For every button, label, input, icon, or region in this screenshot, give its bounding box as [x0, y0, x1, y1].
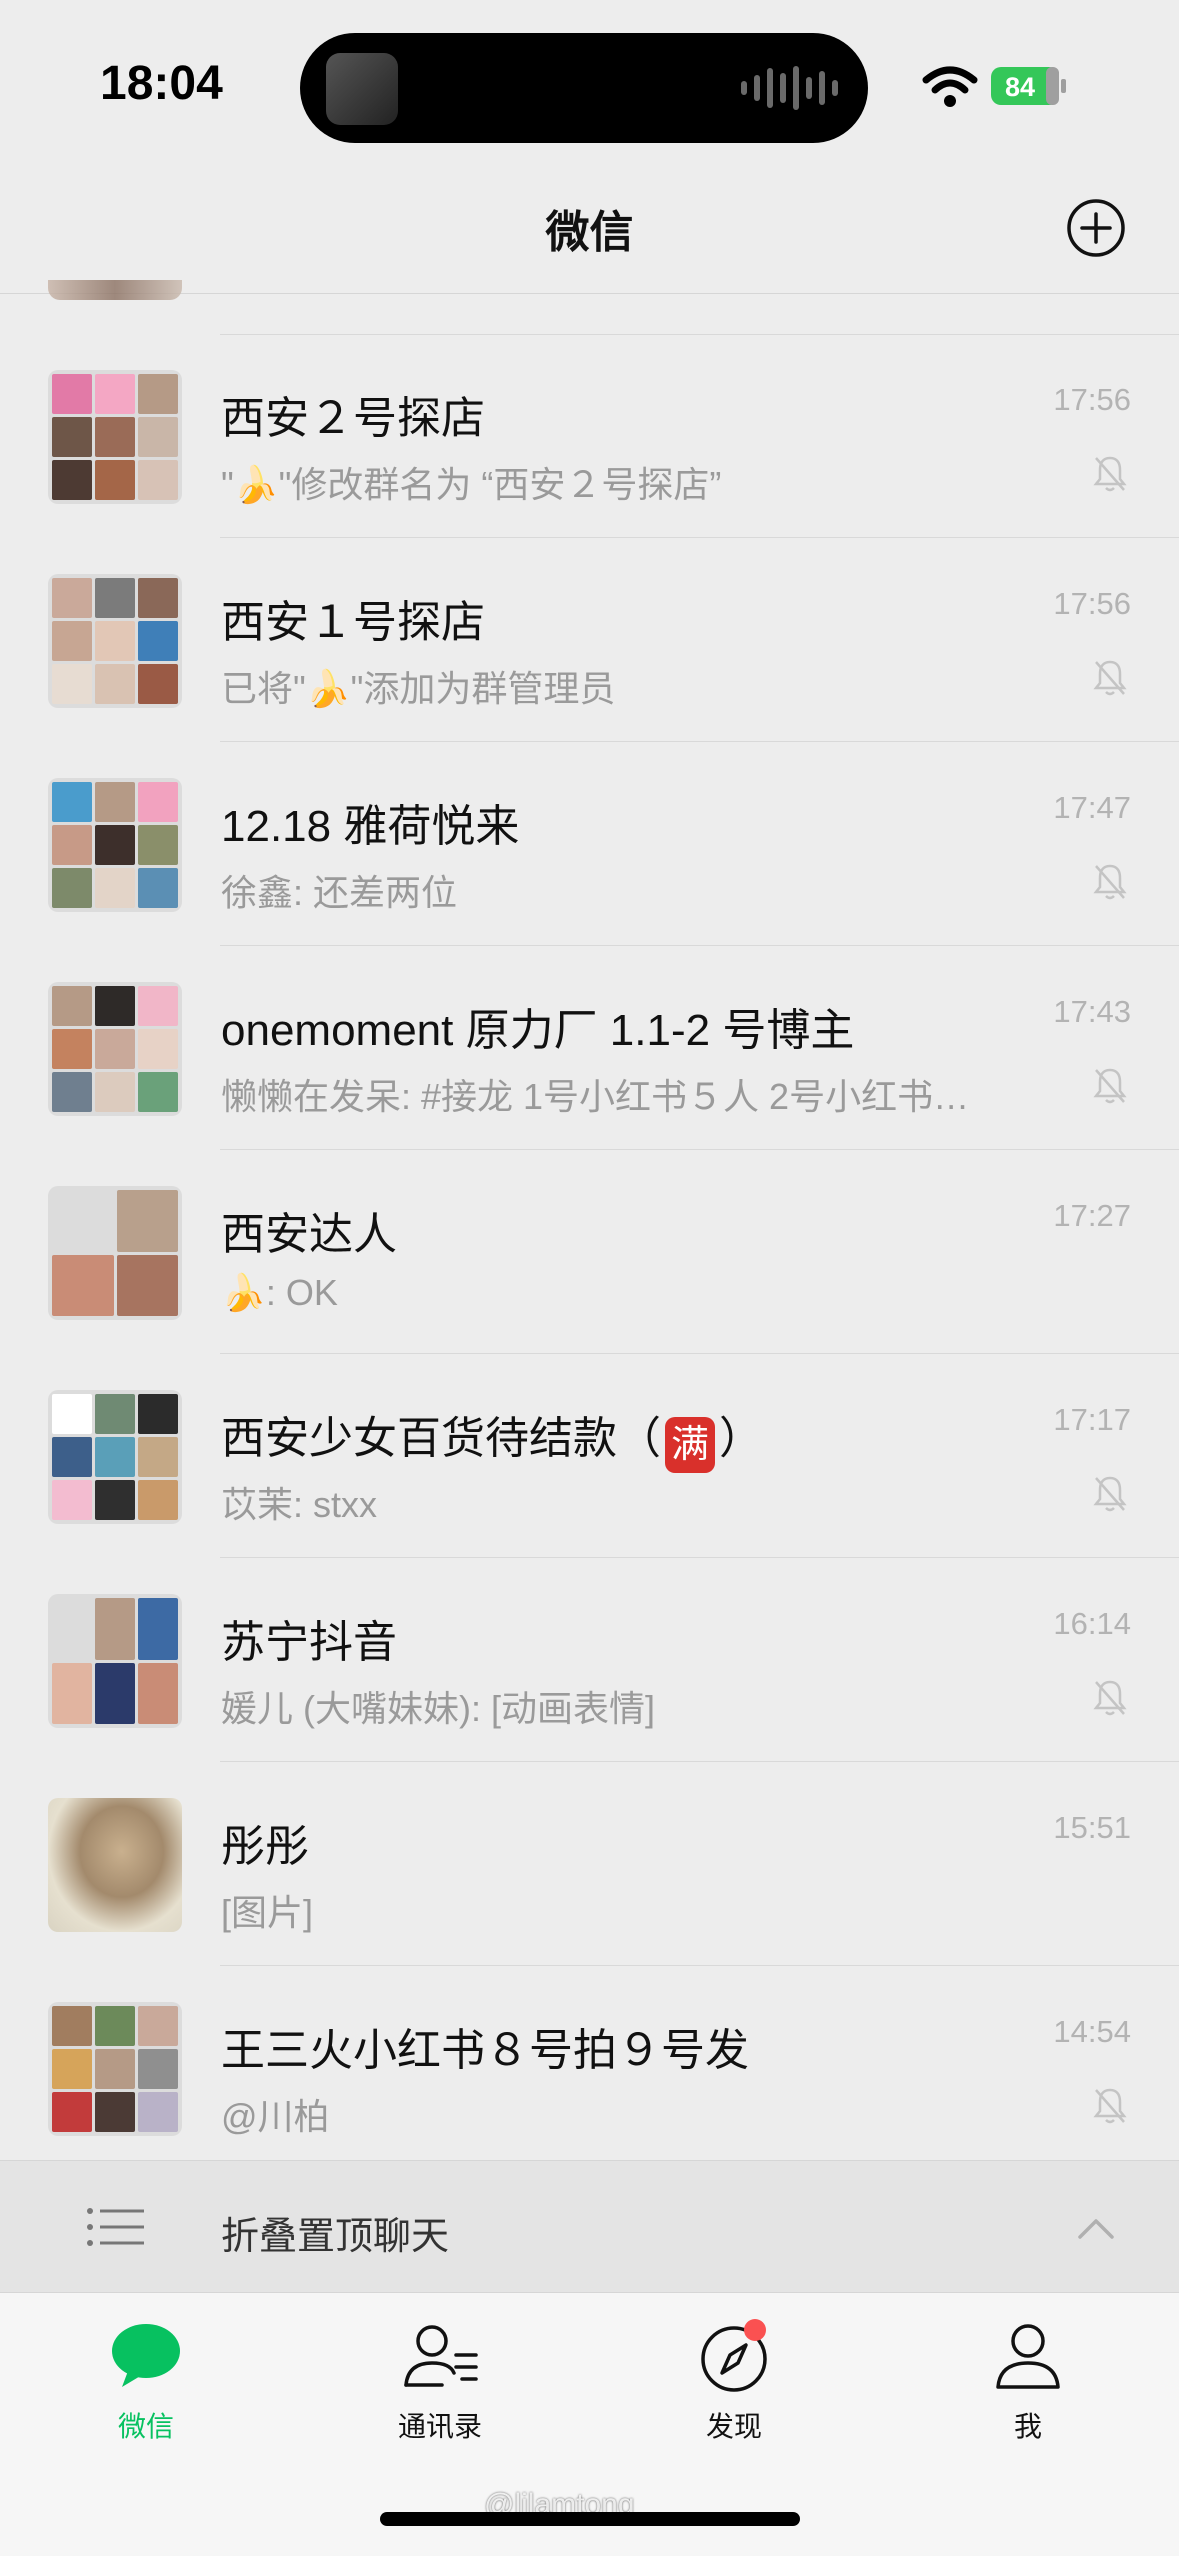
tab-chats[interactable]: 微信: [66, 2319, 226, 2445]
status-time: 18:04: [100, 57, 223, 110]
chat-row[interactable]: 西安１号探店 已将"🍌"添加为群管理员 17:56: [0, 538, 1179, 742]
contact-avatar: [48, 1798, 182, 1932]
add-plus-icon[interactable]: [1066, 198, 1126, 258]
chat-name: 西安达人: [221, 1210, 397, 1259]
wifi-icon: [922, 66, 978, 107]
tab-label: 发现: [705, 2411, 762, 2442]
battery-level: 84: [1005, 72, 1035, 102]
chat-preview: "🍌"修改群名为 “西安２号探店”: [221, 464, 722, 505]
group-avatar: [48, 370, 182, 504]
chat-name: 苏宁抖音: [221, 1618, 397, 1667]
group-avatar: [48, 2002, 182, 2136]
tab-label: 微信: [117, 2411, 174, 2442]
chat-name: 彤彤: [221, 1822, 309, 1871]
chat-row[interactable]: 苏宁抖音 媛儿 (大嘴妹妹): [动画表情] 16:14: [0, 1558, 1179, 1762]
chat-preview: 媛儿 (大嘴妹妹): [动画表情]: [221, 1688, 655, 1729]
chat-time: 17:43: [1053, 994, 1131, 1029]
tab-me[interactable]: 我: [948, 2319, 1108, 2445]
group-avatar: [48, 778, 182, 912]
chat-bubble-icon: [112, 2324, 180, 2387]
chat-row[interactable]: onemoment 原力厂 1.1-2 号博主 懒懒在发呆: #接龙 1号小红书…: [0, 946, 1179, 1150]
chat-preview: 🍌: OK: [221, 1272, 338, 1313]
chat-name: 12.18 雅荷悦来: [221, 802, 520, 851]
group-avatar: [48, 1594, 182, 1728]
folded-pinned-chats-bar[interactable]: 折叠置顶聊天: [0, 2160, 1179, 2292]
page-title: 微信: [545, 208, 634, 257]
mute-bell-icon: [1093, 1476, 1127, 1512]
chat-row[interactable]: 12.18 雅荷悦来 徐鑫: 还差两位 17:47: [0, 742, 1179, 946]
status-bar: 18:04 84: [0, 0, 1179, 180]
group-avatar: [48, 1390, 182, 1524]
tab-discover[interactable]: 发现: [654, 2319, 814, 2445]
now-playing-artwork: [326, 53, 398, 125]
contacts-icon: [404, 2325, 478, 2387]
group-avatar: [48, 1186, 182, 1320]
fold-label: 折叠置顶聊天: [221, 2216, 450, 2258]
chat-name-text: 西安少女百货待结款（: [221, 1414, 661, 1463]
chat-time: 15:51: [1053, 1810, 1131, 1845]
dynamic-island[interactable]: [300, 33, 868, 143]
chat-name: onemoment 原力厂 1.1-2 号博主: [221, 1006, 855, 1055]
chat-time: 17:56: [1053, 586, 1131, 621]
chat-name: 西安１号探店: [221, 598, 485, 647]
group-avatar: [48, 982, 182, 1116]
chat-row[interactable]: 彤彤 [图片] 15:51: [0, 1762, 1179, 1966]
nav-header: 微信: [0, 180, 1179, 294]
chat-preview: 徐鑫: 还差两位: [221, 872, 458, 913]
mute-bell-icon: [1093, 456, 1127, 492]
home-indicator[interactable]: [380, 2512, 800, 2526]
chat-row[interactable]: 西安达人 🍌: OK 17:27: [0, 1150, 1179, 1354]
chat-preview: @川柏: [221, 2096, 330, 2137]
chat-preview: [图片]: [221, 1892, 314, 1933]
tab-label: 通讯录: [397, 2411, 482, 2442]
chat-preview: 已将"🍌"添加为群管理员: [221, 668, 616, 709]
chat-time: 17:47: [1053, 790, 1131, 825]
person-icon: [996, 2324, 1060, 2389]
full-badge: 满: [665, 1417, 716, 1473]
chat-row[interactable]: 西安２号探店 "🍌"修改群名为 “西安２号探店” 17:56: [0, 334, 1179, 538]
tab-label: 我: [1013, 2411, 1042, 2442]
previous-chat-avatar: [48, 280, 182, 300]
chevron-up-icon[interactable]: [1076, 2213, 1116, 2243]
chat-row[interactable]: 王三火小红书８号拍９号发 @川柏 14:54: [0, 1966, 1179, 2170]
battery-icon: 84: [991, 67, 1066, 105]
notification-dot: [744, 2319, 766, 2341]
chat-preview: 苡茉: stxx: [221, 1484, 378, 1525]
chat-name: 王三火小红书８号拍９号发: [221, 2026, 749, 2075]
audio-waveform-icon: [741, 65, 838, 111]
chat-name: 西安少女百货待结款（满）: [221, 1402, 763, 1473]
mute-bell-icon: [1093, 660, 1127, 696]
group-avatar: [48, 574, 182, 708]
chat-row[interactable]: 西安少女百货待结款（满） 苡茉: stxx 17:17: [0, 1354, 1179, 1558]
mute-bell-icon: [1093, 1068, 1127, 1104]
list-icon: [87, 2208, 144, 2246]
mute-bell-icon: [1093, 1680, 1127, 1716]
mute-bell-icon: [1093, 2088, 1127, 2124]
chat-name: 西安２号探店: [221, 394, 485, 443]
chat-time: 17:17: [1053, 1402, 1131, 1437]
mute-bell-icon: [1093, 864, 1127, 900]
chat-time: 17:27: [1053, 1198, 1131, 1233]
chat-time: 17:56: [1053, 382, 1131, 417]
chat-name-suffix: ）: [719, 1414, 764, 1463]
chat-list[interactable]: 西安２号探店 "🍌"修改群名为 “西安２号探店” 17:56 西安１号探店 已将…: [0, 334, 1179, 2170]
chat-time: 14:54: [1053, 2014, 1131, 2049]
tab-contacts[interactable]: 通讯录: [360, 2319, 520, 2445]
chat-preview: 懒懒在发呆: #接龙 1号小红书５人 2号小红书…: [221, 1076, 970, 1117]
chat-time: 16:14: [1053, 1606, 1131, 1641]
